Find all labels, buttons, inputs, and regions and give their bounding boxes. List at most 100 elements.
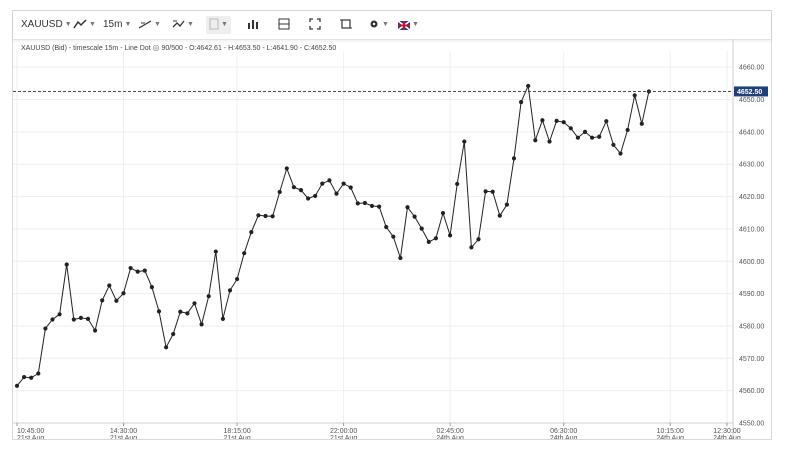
y-tick-label: 4620.00 [739, 194, 764, 201]
data-point [597, 134, 602, 139]
data-point [511, 156, 517, 161]
data-point [327, 178, 332, 183]
data-point [29, 375, 34, 380]
price-line [16, 84, 650, 387]
x-tick-date: 21st Aug [17, 435, 44, 439]
data-point [22, 374, 27, 380]
data-point [213, 249, 218, 254]
data-point [618, 151, 623, 156]
x-tick-time: 12:30:00 [713, 428, 740, 435]
data-point [71, 317, 76, 322]
data-point [185, 311, 190, 316]
data-point [604, 119, 609, 124]
y-tick-label: 4550.00 [739, 421, 764, 428]
data-point [156, 309, 162, 314]
eye-icon[interactable]: ◎ [153, 43, 160, 52]
data-point [78, 315, 83, 320]
data-point [369, 203, 375, 209]
price-chart[interactable]: 4550.00 4560.00 4570.00 4580.00 4590.00 4600.… [13, 11, 771, 439]
data-point [504, 202, 509, 207]
data-point [469, 245, 474, 250]
data-point [164, 345, 169, 350]
data-point [306, 196, 311, 201]
data-point [149, 285, 154, 290]
data-point [220, 316, 225, 321]
info-timescale: timescale 15m [73, 45, 119, 52]
data-point [320, 181, 325, 186]
data-point [398, 255, 403, 261]
data-point [57, 312, 62, 317]
data-point [178, 309, 183, 314]
data-point [263, 213, 268, 219]
data-point [270, 214, 275, 219]
data-point [14, 383, 20, 388]
x-tick-date: 24th Aug [713, 435, 741, 439]
chart-info-line: XAUUSD (Bid) - timescale 15m - Line Dot … [21, 43, 337, 52]
y-tick-label: 4580.00 [739, 323, 764, 330]
data-point [107, 283, 112, 288]
data-point [128, 265, 133, 271]
info-style: Line Dot [124, 45, 151, 52]
data-point [341, 181, 346, 186]
data-point [50, 317, 55, 322]
data-point [575, 135, 581, 140]
data-point [462, 139, 467, 144]
y-tick-label: 4590.00 [739, 291, 764, 298]
data-point [171, 331, 176, 337]
data-point [611, 142, 616, 147]
data-point [412, 214, 417, 219]
chart-frame: XAUUSD ▼ ▼ 15m ▼ ▼ ▼ ▼ ▼ ▼ 4550.00 4560.… [12, 10, 772, 440]
data-point [547, 139, 552, 144]
data-point [313, 193, 318, 199]
data-point [291, 185, 296, 190]
x-tick-date: 24th Aug [436, 435, 464, 439]
data-point [384, 224, 389, 230]
data-point [391, 234, 396, 239]
data-point [533, 138, 538, 143]
data-point [519, 100, 524, 105]
info-count: 90/500 [161, 45, 183, 52]
x-tick-time: 10:15:00 [657, 428, 684, 435]
data-point [448, 233, 453, 238]
data-point [192, 301, 197, 306]
x-tick-time: 02:45:00 [436, 428, 463, 435]
data-point [121, 291, 126, 296]
x-tick-date: 21st Aug [110, 435, 137, 439]
data-point [334, 191, 339, 196]
current-price-marker: 4652.50 [13, 86, 768, 97]
info-instrument: XAUUSD (Bid) [21, 45, 67, 52]
current-price-label: 4652.50 [737, 89, 762, 96]
data-point [298, 187, 304, 193]
data-point [526, 83, 531, 89]
data-point [100, 298, 105, 303]
data-point [249, 230, 254, 235]
data-point [568, 126, 573, 131]
x-tick-date: 24th Aug [656, 435, 684, 439]
data-point [476, 237, 481, 242]
y-tick-label: 4640.00 [739, 129, 764, 136]
data-point [362, 200, 367, 206]
data-point [206, 294, 211, 299]
data-point [256, 213, 261, 218]
x-tick-time: 22:00:00 [330, 428, 357, 435]
data-point [632, 93, 637, 98]
x-tick-date: 24th Aug [550, 435, 578, 439]
data-point [433, 236, 438, 241]
data-point [419, 226, 424, 231]
data-point [199, 322, 204, 327]
data-point [590, 135, 595, 140]
info-open: O:4642.61 [189, 45, 222, 52]
axes: 4550.00 4560.00 4570.00 4580.00 4590.00 4600.… [13, 39, 764, 439]
data-point [405, 205, 410, 210]
y-tick-label: 4570.00 [739, 356, 764, 363]
grid [13, 51, 733, 424]
data-point [497, 213, 502, 218]
data-point [43, 326, 48, 331]
data-point [135, 269, 140, 274]
data-point [114, 298, 119, 303]
data-point [440, 210, 446, 216]
data-point [561, 120, 566, 125]
x-tick-date: 21st Aug [330, 435, 357, 439]
data-point [355, 201, 360, 206]
data-point [64, 262, 69, 267]
